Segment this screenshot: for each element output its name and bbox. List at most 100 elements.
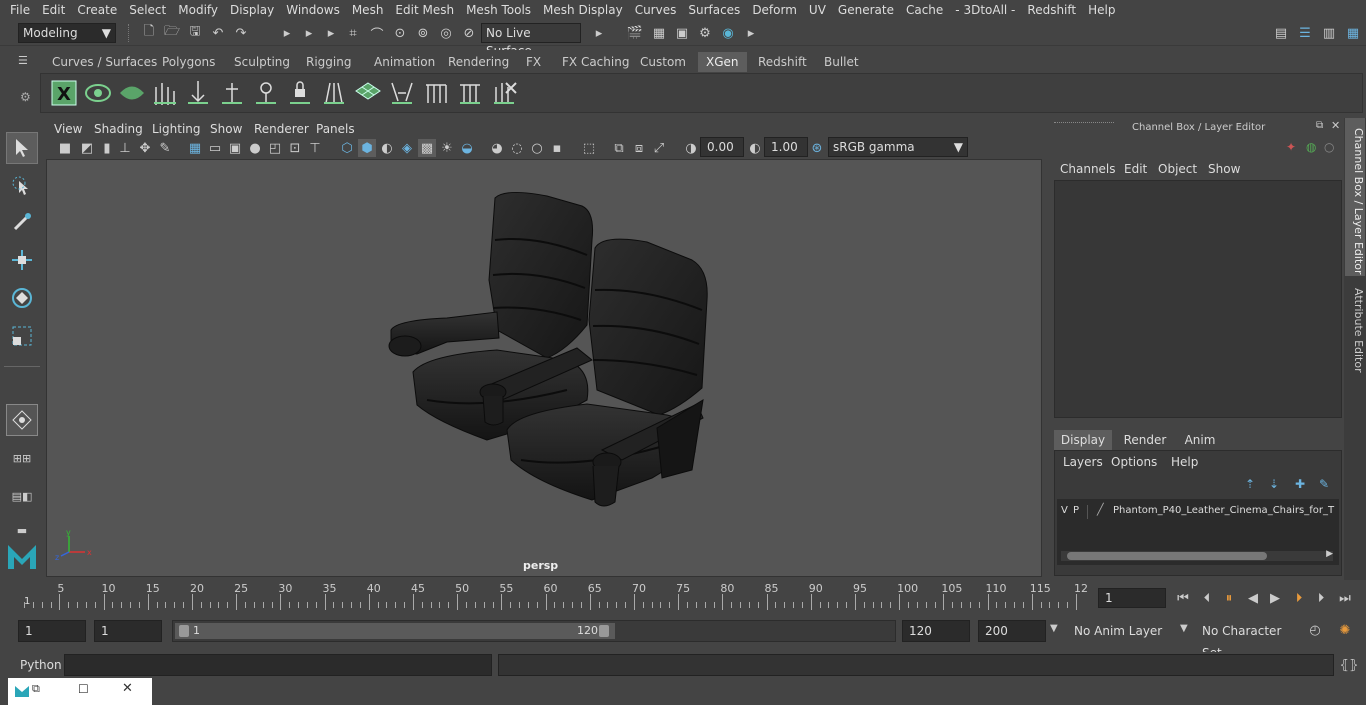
menu-uv[interactable]: UV — [803, 3, 832, 17]
menu-cache[interactable]: Cache — [900, 3, 949, 17]
snap-grid-icon[interactable]: ⌗ — [344, 24, 362, 42]
side-tab-attribute-editor[interactable]: Attribute Editor — [1345, 280, 1365, 380]
scroll-right-icon[interactable]: ▶ — [1326, 549, 1333, 559]
shelf-tab-rendering[interactable]: Rendering — [440, 52, 517, 72]
scale-tool-icon[interactable] — [6, 320, 38, 352]
colorspace-dropdown[interactable]: sRGB gamma ▼ — [828, 137, 968, 157]
layout-side-icon[interactable]: ▤◧ — [6, 480, 38, 512]
menu-3dtoall[interactable]: - 3DtoAll - — [949, 3, 1021, 17]
time-slider[interactable]: 5 10 15 20 25 30 35 40 45 50 55 60 65 70 75 80 85 90 95 100… — [0, 580, 1366, 616]
viewport-menu-lighting[interactable]: Lighting — [152, 122, 201, 136]
last-tool-icon[interactable] — [6, 404, 38, 436]
gamma-field[interactable]: 1.00 — [764, 137, 808, 157]
lasso-tool-icon[interactable] — [6, 170, 38, 202]
manipulator-icon[interactable]: ✦ — [1286, 140, 1296, 154]
resolution-gate-icon[interactable]: ▣ — [226, 139, 244, 157]
character-set-dropdown[interactable]: No Character Set — [1196, 620, 1300, 660]
command-input[interactable] — [64, 654, 492, 676]
close-icon[interactable]: ✕ — [122, 681, 133, 696]
scene-end-field[interactable]: 200 — [978, 620, 1046, 642]
use-lights-icon[interactable]: ☀ — [438, 139, 456, 157]
xgen-comb-icon[interactable] — [421, 78, 451, 108]
range-bar-handle[interactable]: 1 120 — [175, 623, 615, 639]
layer-tab-display[interactable]: Display — [1054, 430, 1112, 450]
xgen-sculpt-icon[interactable] — [387, 78, 417, 108]
menu-curves[interactable]: Curves — [629, 3, 683, 17]
layer-scrollbar[interactable]: ▶ — [1061, 549, 1333, 561]
chevron-down-icon[interactable]: ▼ — [1180, 623, 1188, 634]
shelf-tab-rigging[interactable]: Rigging — [298, 52, 359, 72]
new-layer-icon[interactable]: ✚ — [1295, 477, 1305, 491]
script-editor-icon[interactable]: ⦃⦄ — [1339, 656, 1358, 674]
wireframe-icon[interactable]: ⬡ — [338, 139, 356, 157]
menu-file[interactable]: File — [4, 3, 36, 17]
layer-name[interactable]: Phantom_P40_Leather_Cinema_Chairs_for_T — [1113, 505, 1337, 516]
menu-generate[interactable]: Generate — [832, 3, 900, 17]
menu-edit-mesh[interactable]: Edit Mesh — [389, 3, 460, 17]
image-plane-icon[interactable]: ⊥ — [116, 139, 134, 157]
live-surface-field[interactable]: No Live Surface — [481, 23, 581, 58]
camera-attr-icon[interactable]: ◩ — [78, 139, 96, 157]
viewport-menu-panels[interactable]: Panels — [316, 122, 355, 136]
isolate-select-icon[interactable]: ⬚ — [580, 139, 598, 157]
xgen-add-icon[interactable] — [217, 78, 247, 108]
open-scene-icon[interactable]: 🗁 — [163, 24, 181, 42]
dof-icon[interactable]: ▪ — [548, 139, 566, 157]
screen-space-ao-icon[interactable]: ◕ — [488, 139, 506, 157]
xgen-guides-icon[interactable] — [319, 78, 349, 108]
layer-scrollbar-thumb[interactable] — [1067, 552, 1267, 560]
layer-menu-help[interactable]: Help — [1171, 455, 1198, 469]
anti-alias-icon[interactable]: ○ — [528, 139, 546, 157]
restore-icon[interactable]: ⧉ — [32, 682, 40, 696]
menu-help[interactable]: Help — [1082, 3, 1121, 17]
channel-box-toggle-icon[interactable]: ▦ — [1344, 24, 1362, 42]
menu-modify[interactable]: Modify — [172, 3, 224, 17]
xray-joints-icon[interactable]: ⧉ — [610, 139, 628, 157]
menu-deform[interactable]: Deform — [746, 3, 803, 17]
layer-color-icon[interactable]: ╱ — [1097, 503, 1104, 516]
range-bar[interactable]: 1 120 — [172, 620, 896, 642]
layer-tab-render[interactable]: Render — [1118, 430, 1172, 450]
bookmark-icon[interactable]: ▮ — [98, 139, 116, 157]
viewport-menu-shading[interactable]: Shading — [94, 122, 143, 136]
go-to-end-icon[interactable]: ⏭ — [1336, 589, 1354, 607]
safe-title-icon[interactable]: ⊤ — [306, 139, 324, 157]
safe-action-icon[interactable]: ⊡ — [286, 139, 304, 157]
shelf-settings-icon[interactable]: ⚙ — [20, 90, 31, 104]
menu-select[interactable]: Select — [123, 3, 172, 17]
cb-menu-show[interactable]: Show — [1208, 162, 1240, 176]
shelf-tab-fx-caching[interactable]: FX Caching — [554, 52, 637, 72]
gate-mask-icon[interactable]: ● — [246, 139, 264, 157]
shelf-tab-polygons[interactable]: Polygons — [154, 52, 223, 72]
tool-settings-toggle-icon[interactable]: ▥ — [1320, 24, 1338, 42]
cb-menu-object[interactable]: Object — [1158, 162, 1197, 176]
layer-visibility-toggle[interactable]: V — [1061, 505, 1068, 516]
layer-playback-toggle[interactable]: P — [1073, 505, 1079, 516]
xgen-editor-icon[interactable]: X — [49, 78, 79, 108]
field-chart-icon[interactable]: ◰ — [266, 139, 284, 157]
panel-grip[interactable] — [1054, 122, 1114, 128]
menu-windows[interactable]: Windows — [280, 3, 346, 17]
ipr-render-icon[interactable]: ▣ — [673, 24, 691, 42]
redo-icon[interactable]: ↷ — [232, 24, 250, 42]
gamma-icon[interactable]: ◐ — [746, 139, 764, 157]
exposure-icon[interactable]: ◑ — [682, 139, 700, 157]
step-forward-key-icon[interactable]: ⏵ — [1312, 589, 1330, 607]
snap-curve-icon[interactable]: ⌒ — [368, 24, 386, 43]
side-tab-channel-box[interactable]: Channel Box / Layer Editor — [1345, 118, 1365, 276]
shelf-tab-fx[interactable]: FX — [518, 52, 549, 72]
grease-pencil-icon[interactable]: ✎ — [156, 139, 174, 157]
range-start-handle[interactable] — [179, 625, 189, 637]
smooth-shade-icon[interactable]: ⬢ — [358, 139, 376, 157]
rotate-tool-icon[interactable] — [6, 282, 38, 314]
channel-list[interactable] — [1054, 180, 1342, 418]
save-scene-icon[interactable]: 🖫 — [186, 24, 204, 42]
xgen-select-guide-icon[interactable] — [251, 78, 281, 108]
film-gate-icon[interactable]: ▭ — [206, 139, 224, 157]
xgen-leaf-icon[interactable] — [117, 78, 147, 108]
shelf-tab-xgen[interactable]: XGen — [698, 52, 747, 72]
exposure-field[interactable]: 0.00 — [700, 137, 744, 157]
menu-display[interactable]: Display — [224, 3, 280, 17]
new-layer-selected-icon[interactable]: ✎ — [1319, 477, 1329, 491]
layer-menu-layers[interactable]: Layers — [1063, 455, 1103, 469]
